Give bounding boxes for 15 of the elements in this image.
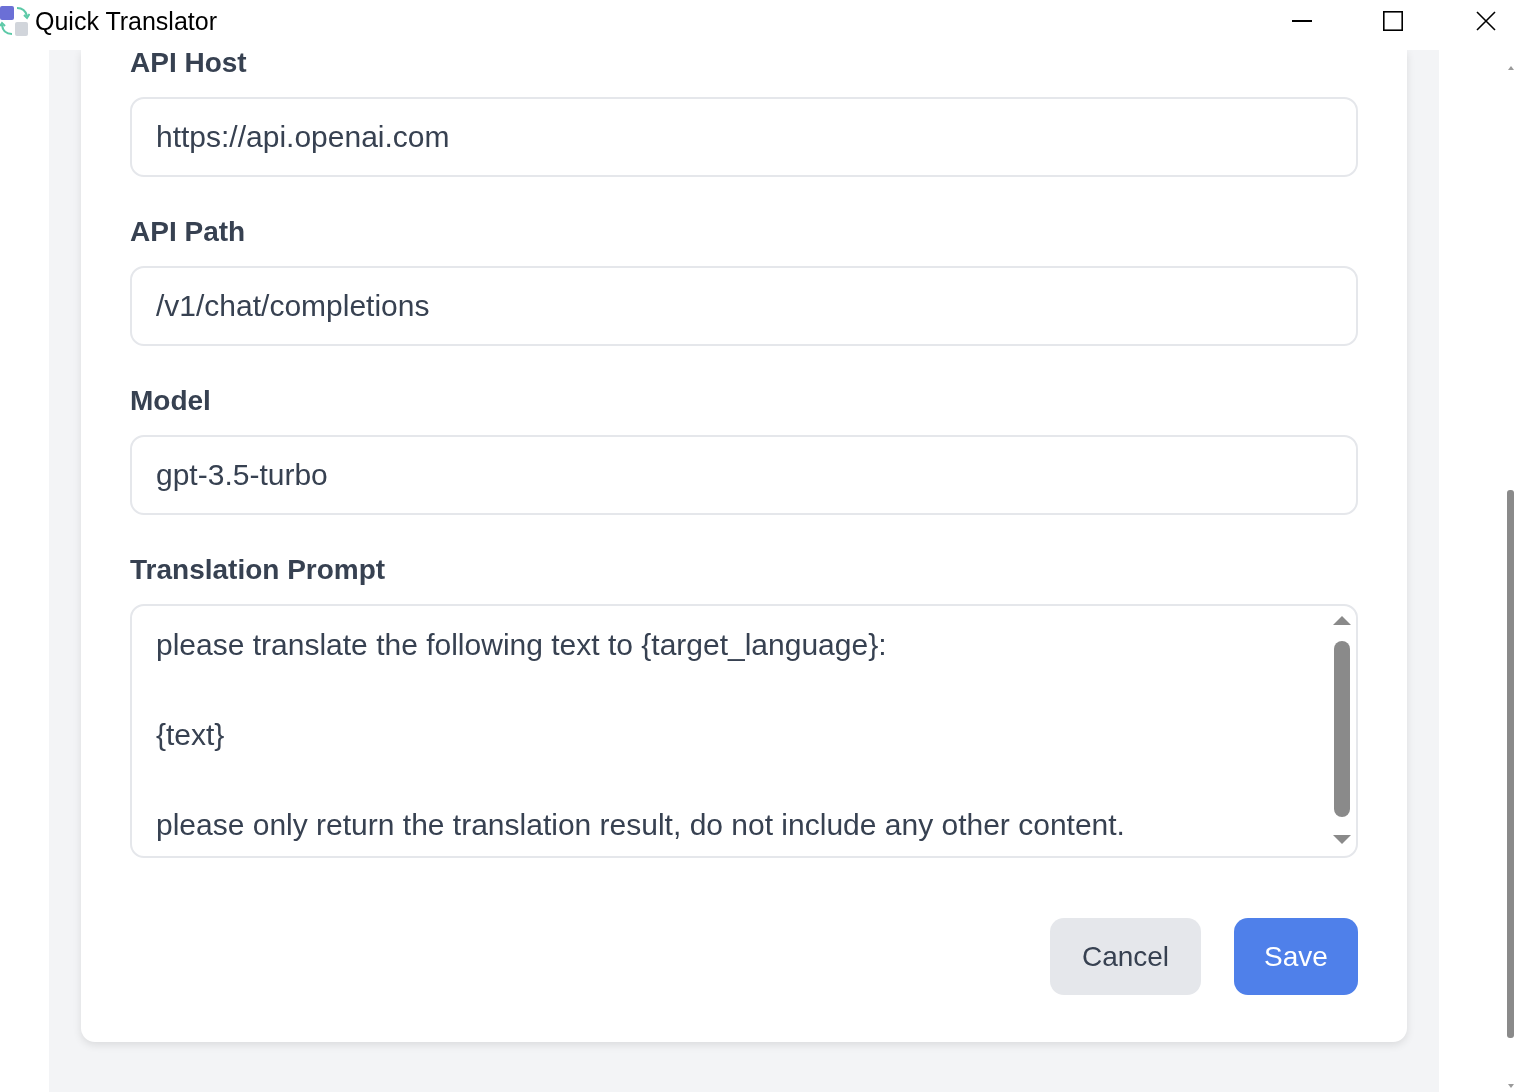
field-label: Model (130, 388, 212, 414)
text-field[interactable]: /v1/chat/completions (130, 266, 1358, 346)
text-field[interactable]: gpt-3.5-turbo (130, 435, 1358, 515)
cancel-button[interactable]: Cancel (1050, 918, 1201, 995)
app-icon (0, 6, 30, 36)
field-label: API Path (130, 219, 247, 245)
prompt-textarea[interactable]: please translate the following text to {target_language}: {text} please only return the translation result, do not include any other content. (130, 604, 1358, 858)
text-field[interactable]: https://api.openai.com (130, 97, 1358, 177)
close-icon (1476, 11, 1496, 31)
save-button[interactable]: Save (1234, 918, 1358, 995)
field-label: Translation Prompt (130, 557, 387, 583)
maximize-icon (1383, 11, 1403, 31)
window-title: Quick Translator (35, 6, 217, 36)
field-label: API Host (130, 50, 248, 76)
minimize-icon (1291, 20, 1312, 22)
